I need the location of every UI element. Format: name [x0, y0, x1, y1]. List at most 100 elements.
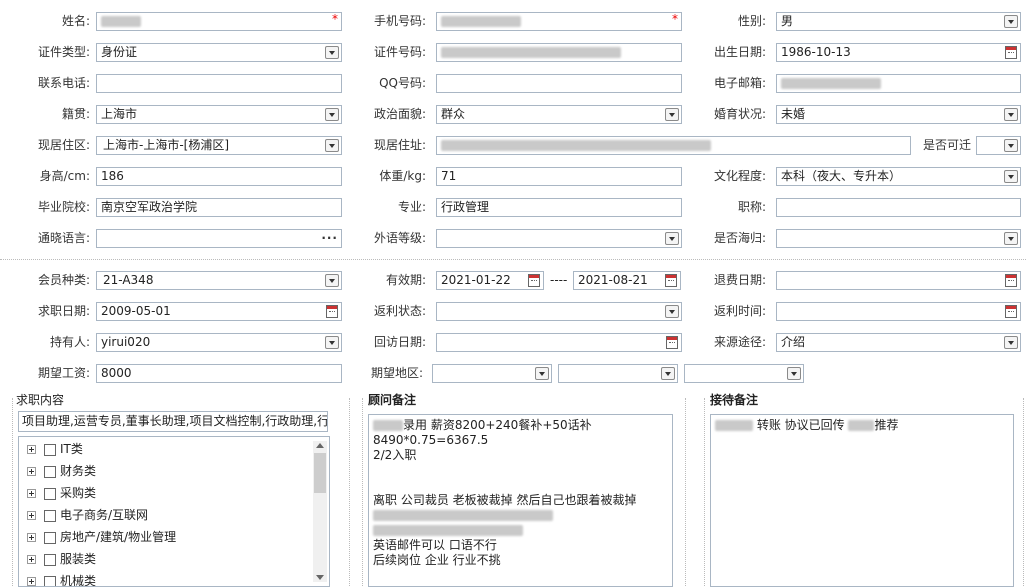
email-field[interactable]	[776, 74, 1021, 93]
expand-icon[interactable]	[27, 555, 36, 564]
note-line: 后续岗位 企业 行业不挑	[373, 553, 501, 567]
region-select-3[interactable]	[684, 364, 804, 383]
scroll-thumb[interactable]	[314, 453, 326, 493]
tree-item[interactable]: 电子商务/互联网	[27, 505, 148, 525]
checkbox[interactable]	[44, 465, 56, 478]
note-line: 转账 协议已回传 推荐	[715, 418, 1009, 433]
salary-field[interactable]: 8000	[96, 364, 342, 383]
weight-field[interactable]: 71	[436, 167, 682, 186]
advisor-notes-textarea[interactable]: 录用 薪资8200+240餐补+50话补 8490*0.75=6367.5 2/…	[368, 414, 673, 587]
chevron-down-icon[interactable]	[535, 367, 549, 380]
language-picker[interactable]: ···	[96, 229, 342, 248]
chevron-down-icon[interactable]	[1004, 232, 1018, 245]
calendar-icon[interactable]	[1005, 305, 1017, 318]
checkbox[interactable]	[44, 575, 56, 586]
overseas-select[interactable]	[776, 229, 1021, 248]
label-member-type: 会员种类:	[37, 273, 90, 287]
member-type-select[interactable]: 21-A348	[96, 271, 342, 290]
id-type-select[interactable]: 身份证	[96, 43, 342, 62]
calendar-icon[interactable]	[1005, 274, 1017, 287]
holder-select[interactable]: yirui020	[96, 333, 342, 352]
rebate-status-select[interactable]	[436, 302, 682, 321]
residence-area-select[interactable]: 上海市-上海市-[杨浦区]	[96, 136, 342, 155]
school-field[interactable]: 南京空军政治学院	[96, 198, 342, 217]
expand-icon[interactable]	[27, 445, 36, 454]
label-qq: QQ号码:	[379, 76, 426, 90]
reception-notes-textarea[interactable]: 转账 协议已回传 推荐	[710, 414, 1014, 587]
label-mobile: 手机号码:	[373, 14, 426, 28]
expand-icon[interactable]	[27, 511, 36, 520]
phone-field[interactable]	[96, 74, 342, 93]
job-summary-field[interactable]: 项目助理,运营专员,董事长助理,项目文档控制,行政助理,行	[18, 411, 328, 432]
expand-icon[interactable]	[27, 489, 36, 498]
calendar-icon[interactable]	[528, 274, 540, 287]
checkbox[interactable]	[44, 531, 56, 544]
chevron-down-icon[interactable]	[1004, 170, 1018, 183]
qq-field[interactable]	[436, 74, 682, 93]
weight-value: 71	[441, 169, 457, 183]
source-select[interactable]: 介绍	[776, 333, 1021, 352]
tree-item-label: 服装类	[60, 552, 97, 566]
note-line: 英语邮件可以 口语不行	[373, 538, 497, 552]
label-refund-date: 退费日期:	[713, 273, 766, 287]
scroll-down-icon[interactable]	[316, 575, 324, 580]
label-salary: 期望工资:	[37, 366, 90, 380]
label-source: 来源途径:	[713, 335, 766, 349]
note-line: 8490*0.75=6367.5	[373, 433, 489, 447]
tree-item[interactable]: 房地产/建筑/物业管理	[27, 527, 176, 547]
relocate-select[interactable]	[976, 136, 1021, 155]
mobile-field[interactable]: *	[436, 12, 682, 31]
chevron-down-icon[interactable]	[1004, 15, 1018, 28]
rebate-time-field[interactable]	[776, 302, 1021, 321]
validity-to-field[interactable]: 2021-08-21	[573, 271, 681, 290]
expand-icon[interactable]	[27, 533, 36, 542]
political-select[interactable]: 群众	[436, 105, 682, 124]
tree-item[interactable]: IT类	[27, 439, 83, 459]
education-select[interactable]: 本科（夜大、专升本）	[776, 167, 1021, 186]
tree-item[interactable]: 财务类	[27, 461, 96, 481]
chevron-down-icon[interactable]	[1004, 139, 1018, 152]
chevron-down-icon[interactable]	[661, 367, 675, 380]
job-category-tree[interactable]: IT类 财务类 采购类 电子商务/互联网 房地产/建筑/物业管理 服装类 机械类	[18, 436, 330, 587]
height-field[interactable]: 186	[96, 167, 342, 186]
validity-from-field[interactable]: 2021-01-22	[436, 271, 544, 290]
tree-item[interactable]: 机械类	[27, 571, 96, 586]
birth-date-field[interactable]: 1986-10-13	[776, 43, 1021, 62]
birth-value: 1986-10-13	[781, 45, 851, 59]
checkbox[interactable]	[44, 487, 56, 500]
region-select-2[interactable]	[558, 364, 678, 383]
job-date-field[interactable]: 2009-05-01	[96, 302, 342, 321]
gender-select[interactable]: 男	[776, 12, 1021, 31]
calendar-icon[interactable]	[1005, 46, 1017, 59]
education-value: 本科（夜大、专升本）	[781, 169, 902, 183]
chevron-down-icon[interactable]	[1004, 108, 1018, 121]
redacted-text	[373, 525, 523, 536]
school-value: 南京空军政治学院	[101, 200, 198, 214]
refund-date-field[interactable]	[776, 271, 1021, 290]
checkbox[interactable]	[44, 509, 56, 522]
marital-select[interactable]: 未婚	[776, 105, 1021, 124]
foreign-level-select[interactable]	[436, 229, 682, 248]
holder-value: yirui020	[101, 335, 151, 349]
tree-item[interactable]: 服装类	[27, 549, 96, 569]
major-field[interactable]: 行政管理	[436, 198, 682, 217]
tree-item[interactable]: 采购类	[27, 483, 96, 503]
chevron-down-icon[interactable]	[787, 367, 801, 380]
chevron-down-icon[interactable]	[1004, 336, 1018, 349]
expand-icon[interactable]	[27, 467, 36, 476]
expand-icon[interactable]	[27, 577, 36, 586]
visit-date-field[interactable]	[436, 333, 682, 352]
id-number-field[interactable]	[436, 43, 682, 62]
checkbox[interactable]	[44, 553, 56, 566]
tree-scrollbar[interactable]	[313, 441, 327, 582]
label-language: 通晓语言:	[37, 231, 90, 245]
address-field[interactable]	[436, 136, 911, 155]
scroll-up-icon[interactable]	[316, 443, 324, 448]
checkbox[interactable]	[44, 443, 56, 456]
native-place-select[interactable]: 上海市	[96, 105, 342, 124]
label-address: 现居住址:	[373, 138, 426, 152]
name-field[interactable]: *	[96, 12, 342, 31]
region-select-1[interactable]	[432, 364, 552, 383]
tree-item-label: 房地产/建筑/物业管理	[60, 530, 177, 544]
title-field[interactable]	[776, 198, 1021, 217]
